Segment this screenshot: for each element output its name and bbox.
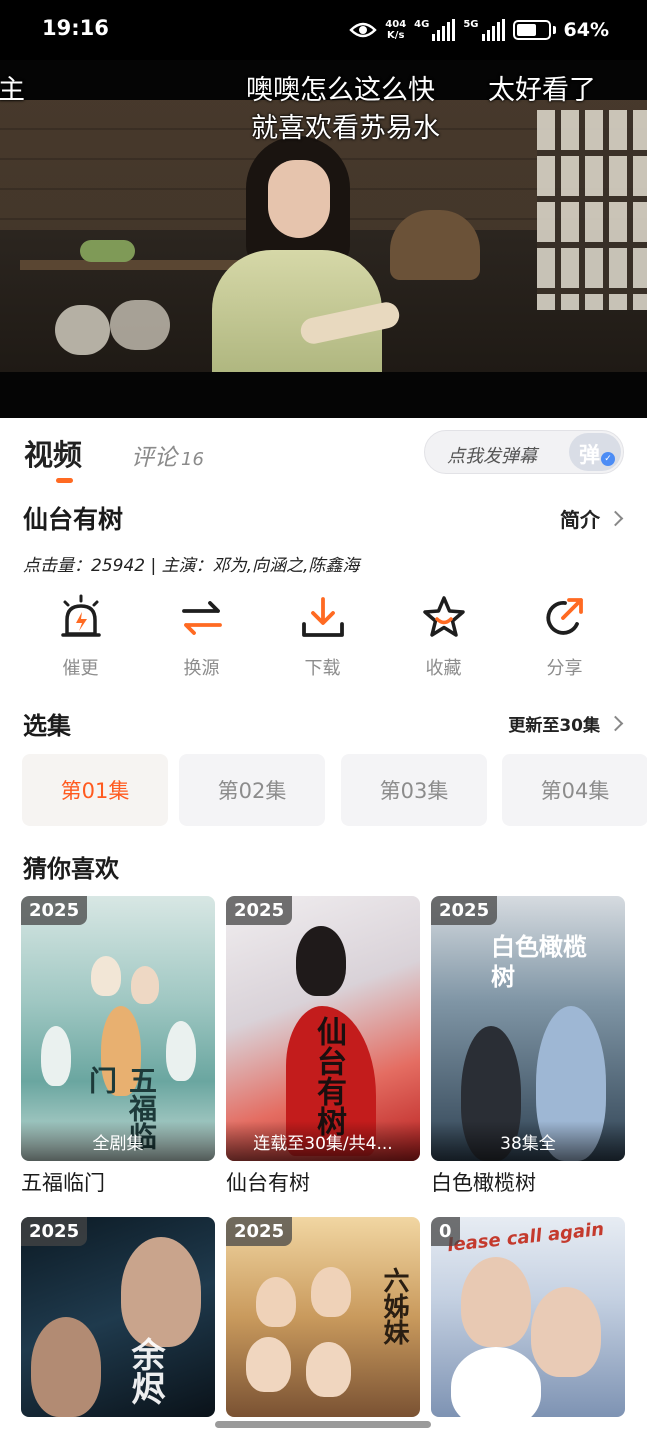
poster-title: lease call again (446, 1218, 605, 1257)
poster-image: 仙台有树 2025 连载至30集/共4... (226, 896, 420, 1161)
net-speed-unit: K/s (387, 30, 405, 41)
poster-title: 仙台有树 (311, 1016, 346, 1136)
status-time: 19:16 (42, 16, 109, 40)
episode-status: 全剧集 (21, 1121, 215, 1161)
urge-update-label: 催更 (62, 658, 99, 679)
episode-item[interactable]: 第02集 (179, 754, 325, 826)
share-button[interactable]: 分享 (504, 594, 625, 690)
episode-item[interactable]: 第04集 (502, 754, 647, 826)
signal-4g-icon: 4G (414, 19, 456, 41)
danmaku-toggle-switch[interactable]: 弹 ✓ (569, 433, 621, 471)
download-icon (301, 597, 344, 637)
tab-comments[interactable]: 评论 16 (131, 438, 204, 472)
episode-status: 连载至30集/共4... (226, 1121, 420, 1161)
tab-active-indicator (56, 478, 73, 483)
episodes-heading: 选集 (23, 712, 71, 740)
chevron-right-icon (607, 510, 624, 527)
poster-image: 白色橄榄树 2025 38集全 (431, 896, 625, 1161)
home-indicator[interactable] (215, 1421, 431, 1428)
year-badge: 2025 (21, 1217, 88, 1246)
card-title: 白色橄榄树 (431, 1171, 536, 1195)
chevron-right-icon (607, 715, 624, 732)
action-bar: 催更 换源 下载 收藏 分享 (20, 594, 627, 690)
star-icon (422, 596, 465, 637)
recommend-card[interactable]: 五福临门 2025 全剧集 五福临门 (21, 896, 215, 1197)
show-title: 仙台有树 (23, 505, 124, 534)
send-danmaku-button[interactable]: 点我发弹幕 弹 ✓ (424, 430, 624, 474)
recommend-card[interactable]: lease call again 0 (431, 1217, 625, 1417)
signal-5g-icon: 5G (463, 19, 505, 41)
card-title: 仙台有树 (226, 1171, 310, 1195)
year-badge: 2025 (226, 896, 293, 925)
battery-percent: 64% (563, 19, 609, 41)
eye-icon (349, 22, 377, 38)
episode-item[interactable]: 第03集 (341, 754, 487, 826)
danmaku-toggle-char: 弹 (579, 443, 600, 467)
favorite-label: 收藏 (425, 658, 462, 679)
recommend-heading: 猜你喜欢 (23, 855, 119, 883)
recommend-card[interactable]: 余烬 2025 (21, 1217, 215, 1417)
recommend-card[interactable]: 白色橄榄树 2025 38集全 白色橄榄树 (431, 896, 625, 1197)
send-danmaku-label: 点我发弹幕 (447, 446, 537, 467)
episode-item[interactable]: 第01集 (22, 754, 168, 826)
year-badge: 2025 (21, 896, 88, 925)
download-button[interactable]: 下载 (262, 594, 383, 690)
status-icons: 404 K/s 4G 5G 64% (349, 12, 609, 48)
share-label: 分享 (546, 658, 583, 679)
card-title: 五福临门 (21, 1171, 105, 1195)
switch-source-icon (181, 601, 222, 635)
detail-tabs: 视频 评论 16 点我发弹幕 弹 ✓ (0, 418, 647, 486)
intro-button[interactable]: 简介 (560, 504, 624, 533)
status-bar: 19:16 404 K/s 4G 5G 64% (0, 0, 647, 60)
episode-update-label: 更新至30集 (508, 716, 600, 736)
recommend-card[interactable]: 六姊妹 2025 (226, 1217, 420, 1417)
danmaku-comment: 主 (0, 75, 25, 106)
episode-status: 38集全 (431, 1121, 625, 1161)
poster-image: 余烬 2025 (21, 1217, 215, 1417)
battery-icon (512, 20, 551, 40)
year-badge: 2025 (431, 896, 498, 925)
share-icon (545, 598, 583, 635)
tab-comments-label: 评论 (131, 445, 177, 471)
urge-update-button[interactable]: 催更 (20, 594, 141, 690)
poster-title: 白色橄榄树 (491, 933, 587, 991)
poster-image: lease call again 0 (431, 1217, 625, 1417)
all-episodes-button[interactable]: 更新至30集 (508, 711, 624, 736)
favorite-button[interactable]: 收藏 (383, 594, 504, 690)
check-icon: ✓ (601, 452, 615, 466)
signal-5g-label: 5G (463, 19, 479, 30)
comment-count: 16 (181, 449, 204, 470)
poster-image: 六姊妹 2025 (226, 1217, 420, 1417)
danmaku-comment: 噢噢怎么这么快 (246, 75, 435, 106)
tab-video[interactable]: 视频 (24, 432, 82, 474)
year-badge: 0 (431, 1217, 460, 1246)
danmaku-comment: 就喜欢看苏易水 (251, 113, 440, 144)
switch-source-button[interactable]: 换源 (141, 594, 262, 690)
danmaku-comment: 太好看了 (488, 75, 596, 106)
poster-image: 五福临门 2025 全剧集 (21, 896, 215, 1161)
net-speed-value: 404 (385, 19, 407, 30)
episode-list[interactable]: 第01集 第02集 第03集 第04集 (22, 754, 647, 826)
switch-source-label: 换源 (183, 658, 220, 679)
poster-title: 六姊妹 (379, 1267, 409, 1345)
net-speed: 404 K/s (385, 19, 406, 41)
poster-title: 余烬 (125, 1337, 165, 1405)
download-label: 下载 (304, 658, 341, 679)
video-player[interactable]: 主 噢噢怎么这么快 太好看了 就喜欢看苏易水 (0, 60, 647, 418)
year-badge: 2025 (226, 1217, 293, 1246)
alarm-icon (60, 594, 101, 637)
show-meta: 点击量：25942 | 主演：邓为,向涵之,陈鑫海 (23, 556, 360, 576)
intro-label: 简介 (560, 508, 600, 532)
recommend-card[interactable]: 仙台有树 2025 连载至30集/共4... 仙台有树 (226, 896, 420, 1197)
signal-4g-label: 4G (414, 19, 430, 30)
